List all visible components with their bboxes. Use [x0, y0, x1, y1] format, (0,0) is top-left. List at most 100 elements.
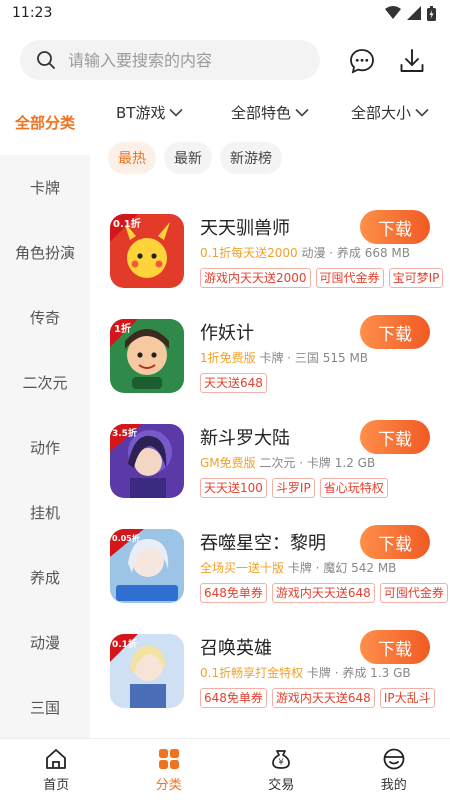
game-promo: GM免费版 — [200, 456, 256, 470]
game-tags: 648免单券 游戏内天天送648 可囤代金券 — [200, 583, 448, 603]
icon-badge: 0.05折 — [112, 533, 140, 543]
download-button[interactable]: 下载 — [360, 420, 430, 454]
game-item[interactable]: 0.1折 召唤英雄 0.1折畅享打金特权 卡牌 · 养成 1.3 GB 648免… — [90, 616, 450, 716]
nav-profile[interactable]: 我的 — [338, 739, 450, 800]
search-input[interactable] — [68, 50, 288, 70]
game-tags: 天天送100 斗罗IP 省心玩特权 — [200, 478, 388, 498]
sidebar-item-anime-2d[interactable]: 二次元 — [0, 350, 90, 415]
message-button[interactable] — [347, 46, 377, 76]
sidebar-item-card[interactable]: 卡牌 — [0, 155, 90, 220]
game-promo: 0.1折每天送2000 — [200, 246, 298, 260]
download-button[interactable]: 下载 — [360, 315, 430, 349]
nav-category-label: 分类 — [155, 777, 182, 793]
chevron-down-icon — [295, 108, 309, 117]
game-icon-tiantian-xunshoushi[interactable]: 0.1折 — [110, 214, 184, 288]
sidebar-item-nurture[interactable]: 养成 — [0, 545, 90, 610]
game-item[interactable]: 0.1折 天天驯兽师 0.1折每天送2000 动漫 · 养成 668 MB 游戏… — [90, 196, 450, 296]
game-meta: 0.1折每天送2000 动漫 · 养成 668 MB — [200, 244, 410, 261]
game-info: 卡牌 · 养成 1.3 GB — [306, 666, 411, 680]
chevron-down-icon — [169, 108, 184, 117]
game-tag: 斗罗IP — [271, 478, 315, 498]
game-tag: 648免单券 — [200, 688, 267, 708]
chevron-down-icon — [415, 108, 429, 117]
game-tag: 可囤代金券 — [315, 268, 384, 288]
svg-text:¥: ¥ — [279, 757, 284, 766]
signal-icon — [407, 6, 421, 20]
bottom-nav: 首页 分类 ¥ 交易 我的 — [0, 738, 450, 800]
game-meta: 0.1折畅享打金特权 卡牌 · 养成 1.3 GB — [200, 664, 411, 681]
game-name: 天天驯兽师 — [200, 218, 290, 239]
sort-tab-hot[interactable]: 最热 — [108, 142, 156, 174]
icon-badge: 0.1折 — [113, 217, 141, 230]
nav-home-label: 首页 — [43, 777, 70, 793]
game-tag: 游戏内天天送648 — [271, 583, 375, 603]
filter-row: BT游戏 全部特色 全部大小 — [90, 90, 450, 132]
game-promo: 1折免费版 — [200, 351, 256, 365]
search-icon — [37, 51, 55, 69]
game-tag: 游戏内天天送648 — [271, 688, 375, 708]
sort-tabs: 最热 最新 新游榜 — [108, 142, 282, 174]
sort-tab-new[interactable]: 最新 — [164, 142, 212, 174]
game-info: 卡牌 · 三国 515 MB — [259, 351, 369, 365]
sidebar-item-all[interactable]: 全部分类 — [0, 90, 90, 155]
game-promo: 全场买一送十版 — [200, 561, 285, 575]
icon-badge: 1折 — [114, 322, 131, 335]
sidebar-item-rpg[interactable]: 角色扮演 — [0, 220, 90, 285]
game-item[interactable]: 1折 作妖计 1折免费版 卡牌 · 三国 515 MB 天天送648 下载 — [90, 301, 450, 401]
download-manager-button[interactable] — [397, 46, 427, 76]
game-icon-zhaohuan-yingxiong[interactable]: 0.1折 — [110, 634, 184, 708]
status-time: 11:23 — [12, 5, 53, 21]
game-tag: 省心玩特权 — [319, 478, 388, 498]
top-bar — [0, 38, 450, 84]
home-icon — [46, 748, 67, 769]
game-tags: 648免单券 游戏内天天送648 IP大乱斗 — [200, 688, 435, 708]
game-item[interactable]: 3.5折 新斗罗大陆 GM免费版 二次元 · 卡牌 1.2 GB 天天送100 … — [90, 406, 450, 506]
game-icon-xin-douluo-dalu[interactable]: 3.5折 — [110, 424, 184, 498]
game-tag: 天天送648 — [200, 373, 267, 393]
filter-size-label: 全部大小 — [351, 104, 412, 122]
game-tag: 游戏内天天送2000 — [200, 268, 311, 288]
game-tag: 可囤代金券 — [379, 583, 448, 603]
sidebar-item-idle[interactable]: 挂机 — [0, 480, 90, 545]
game-meta: GM免费版 二次元 · 卡牌 1.2 GB — [200, 454, 375, 471]
game-tag: 宝可梦IP — [388, 268, 444, 288]
nav-home[interactable]: 首页 — [0, 739, 113, 800]
sort-tab-new-ranking[interactable]: 新游榜 — [220, 142, 282, 174]
sidebar-item-three-kingdoms[interactable]: 三国 — [0, 675, 90, 738]
sidebar-item-cartoon[interactable]: 动漫 — [0, 610, 90, 675]
download-button[interactable]: 下载 — [360, 210, 430, 244]
message-icon — [350, 49, 374, 74]
game-info: 二次元 · 卡牌 1.2 GB — [259, 456, 376, 470]
game-item[interactable]: 0.05折 吞噬星空：黎明 全场买一送十版 卡牌 · 魔幻 542 MB 648… — [90, 511, 450, 611]
game-name: 召唤英雄 — [200, 638, 272, 659]
sidebar-item-legend[interactable]: 传奇 — [0, 285, 90, 350]
category-icon — [158, 748, 179, 769]
icon-badge: 0.1折 — [112, 638, 137, 650]
filter-type-dropdown[interactable]: BT游戏 — [116, 102, 184, 123]
nav-category[interactable]: 分类 — [113, 739, 226, 800]
game-icon-zuoyaoji[interactable]: 1折 — [110, 319, 184, 393]
game-info: 动漫 · 养成 668 MB — [301, 246, 411, 260]
trade-icon: ¥ — [272, 749, 291, 769]
game-promo: 0.1折畅享打金特权 — [200, 666, 304, 680]
game-meta: 1折免费版 卡牌 · 三国 515 MB — [200, 349, 368, 366]
search-box[interactable] — [20, 40, 320, 80]
game-icon-tunshi-xingkong[interactable]: 0.05折 — [110, 529, 184, 603]
status-bar: 11:23 — [0, 0, 450, 26]
game-tag: 648免单券 — [200, 583, 267, 603]
profile-icon — [383, 748, 405, 769]
nav-trade[interactable]: ¥ 交易 — [225, 739, 338, 800]
download-icon — [400, 49, 424, 72]
filter-size-dropdown[interactable]: 全部大小 — [351, 102, 429, 123]
filter-type-label: BT游戏 — [116, 104, 166, 122]
sidebar-item-action[interactable]: 动作 — [0, 415, 90, 480]
battery-icon — [427, 5, 436, 21]
nav-trade-label: 交易 — [268, 777, 295, 793]
download-button[interactable]: 下载 — [360, 525, 430, 559]
download-button[interactable]: 下载 — [360, 630, 430, 664]
game-tags: 游戏内天天送2000 可囤代金券 宝可梦IP — [200, 268, 444, 288]
game-name: 吞噬星空：黎明 — [200, 533, 326, 554]
icon-badge: 3.5折 — [112, 427, 137, 439]
game-tag: IP大乱斗 — [379, 688, 435, 708]
filter-feature-dropdown[interactable]: 全部特色 — [231, 102, 309, 123]
